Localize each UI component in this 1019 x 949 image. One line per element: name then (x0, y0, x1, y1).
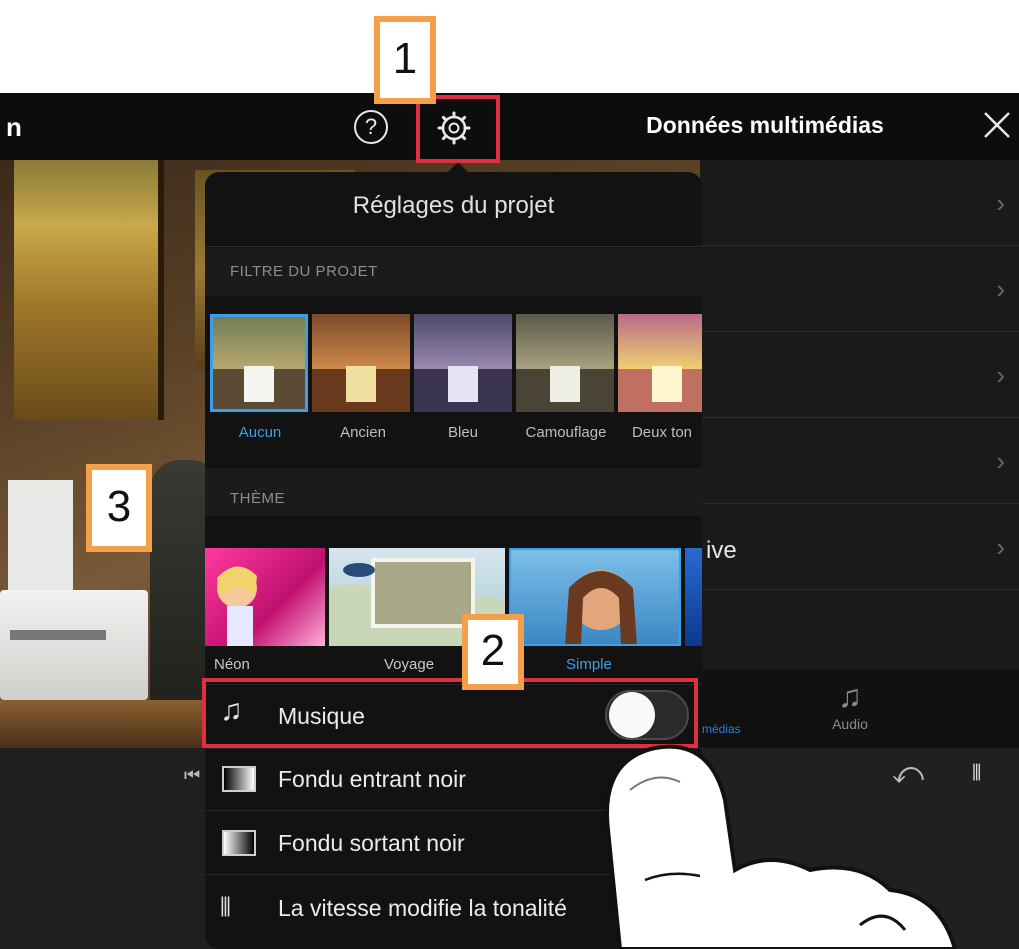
filter-strip[interactable] (210, 314, 702, 414)
preview-shelf (0, 700, 230, 748)
chevron-right-icon: › (996, 532, 1005, 562)
preview-painting (14, 160, 164, 420)
chevron-right-icon: › (996, 188, 1005, 218)
theme-strip[interactable] (205, 548, 702, 648)
theme-neon-art (217, 566, 257, 646)
theme-simple-art (509, 548, 681, 646)
step-badge-1: 1 (374, 16, 436, 104)
fade-in-icon (222, 766, 256, 792)
preview-box (8, 480, 73, 590)
speed-pitch-label: La vitesse modifie la tonalité (278, 895, 567, 921)
selected-outline (210, 314, 308, 412)
filter-thumb-camouflage[interactable] (516, 314, 614, 412)
media-row[interactable]: › (700, 332, 1019, 418)
media-row-label-fragment: ive (706, 537, 737, 564)
theme-label[interactable]: Simple (566, 656, 612, 673)
fade-in-label: Fondu entrant noir (278, 766, 466, 792)
preview-printer (0, 590, 148, 700)
waveform-icon: ⫴ (220, 892, 231, 922)
theme-thumb-simple[interactable] (509, 548, 681, 646)
popover-title: Réglages du projet (352, 192, 555, 219)
theme-label[interactable]: Voyage (384, 656, 434, 673)
filter-label[interactable]: Deux ton (622, 424, 702, 441)
chevron-right-icon: › (996, 360, 1005, 390)
media-row[interactable]: › (700, 418, 1019, 504)
project-title-fragment: n (6, 112, 22, 142)
chevron-right-icon: › (996, 274, 1005, 304)
media-panel-title: Données multimédias (646, 112, 884, 138)
close-icon (984, 112, 1010, 138)
theme-section-label: THÈME (230, 490, 285, 507)
screen: n ? Données multimédias › › › › › ive mé… (0, 0, 1019, 949)
audio-note-icon: ♫ (838, 678, 862, 714)
pointing-hand-illustration (605, 744, 958, 949)
filter-label[interactable]: Ancien (330, 424, 396, 441)
theme-thumb-neon[interactable] (205, 548, 325, 646)
filter-thumb-deux-tons[interactable] (618, 314, 702, 412)
chevron-right-icon: › (996, 446, 1005, 476)
help-icon: ? (364, 114, 378, 139)
skip-to-start-icon[interactable]: ⏮ (184, 765, 200, 786)
filter-label[interactable]: Camouflage (514, 424, 618, 441)
divider (205, 246, 702, 247)
highlight-gear (416, 95, 500, 163)
filter-thumb-aucun[interactable] (210, 314, 308, 412)
media-row[interactable]: › (700, 504, 1019, 590)
filter-section-label: FILTRE DU PROJET (230, 263, 378, 280)
help-button[interactable]: ? (354, 110, 388, 144)
filter-label[interactable]: Aucun (228, 424, 292, 441)
filter-thumb-ancien[interactable] (312, 314, 410, 412)
theme-thumb-next[interactable] (685, 548, 702, 646)
preview-printer-slot (10, 630, 106, 640)
media-row[interactable]: › (700, 160, 1019, 246)
step-badge-3: 3 (86, 464, 152, 552)
filter-thumb-bleu[interactable] (414, 314, 512, 412)
fade-out-icon (222, 830, 256, 856)
filter-label[interactable]: Bleu (438, 424, 488, 441)
close-button[interactable] (982, 110, 1012, 140)
theme-label[interactable]: Néon (214, 656, 250, 673)
step-badge-2: 2 (462, 614, 524, 690)
fade-out-label: Fondu sortant noir (278, 830, 465, 856)
media-row[interactable]: › (700, 246, 1019, 332)
